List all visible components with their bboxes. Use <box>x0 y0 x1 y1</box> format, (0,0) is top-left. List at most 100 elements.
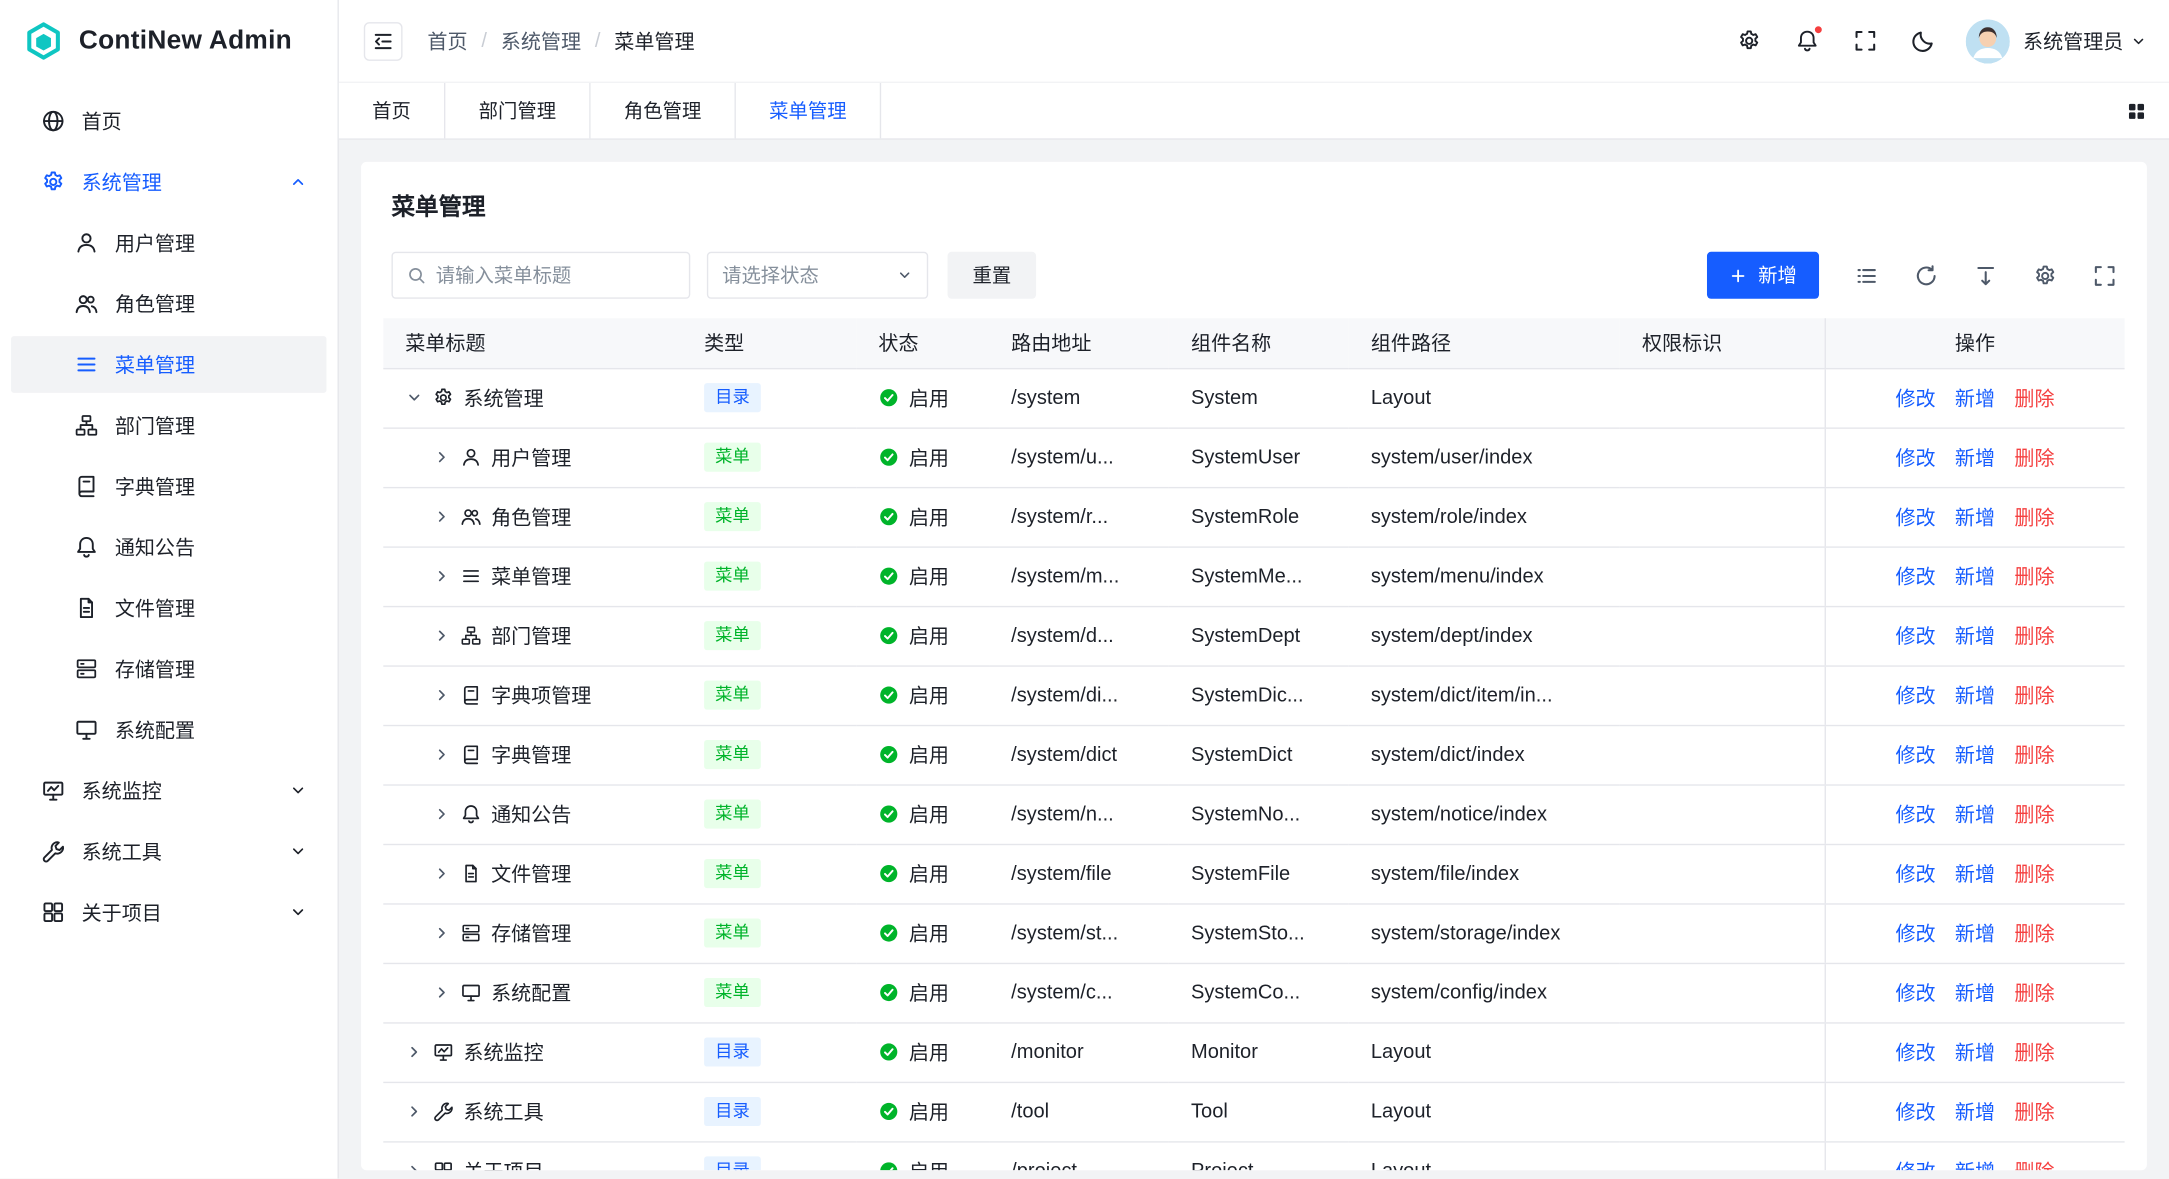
sidebar-item-label: 存储管理 <box>115 654 195 683</box>
delete-link[interactable]: 删除 <box>2014 1156 2054 1170</box>
chevron-right-icon[interactable] <box>433 805 451 823</box>
add-link[interactable]: 新增 <box>1955 800 1995 829</box>
search-input[interactable] <box>436 264 675 286</box>
add-link[interactable]: 新增 <box>1955 919 1995 948</box>
column-settings-icon[interactable] <box>2033 264 2057 288</box>
user-menu[interactable]: 系统管理员 <box>2023 26 2147 55</box>
sidebar-item[interactable]: 系统工具 <box>11 823 326 880</box>
menu-title: 字典管理 <box>491 740 571 769</box>
status-label: 启用 <box>909 443 949 472</box>
menu-fold-icon <box>372 30 394 52</box>
notifications-button[interactable] <box>1785 19 1829 63</box>
breadcrumb-item[interactable]: 系统管理 <box>501 26 581 55</box>
view-list-icon[interactable] <box>1855 264 1879 288</box>
delete-link[interactable]: 删除 <box>2014 681 2054 710</box>
sidebar-item[interactable]: 用户管理 <box>11 214 326 271</box>
tab-item[interactable]: 部门管理 <box>445 83 590 138</box>
edit-link[interactable]: 修改 <box>1895 740 1935 769</box>
breadcrumb-item[interactable]: 首页 <box>427 26 467 55</box>
chevron-right-icon[interactable] <box>433 567 451 585</box>
add-link[interactable]: 新增 <box>1955 1097 1995 1126</box>
edit-link[interactable]: 修改 <box>1895 1037 1935 1066</box>
avatar[interactable] <box>1965 19 2009 63</box>
delete-link[interactable]: 删除 <box>2014 740 2054 769</box>
chevron-right-icon[interactable] <box>433 746 451 764</box>
row-height-icon[interactable] <box>1974 264 1998 288</box>
add-link[interactable]: 新增 <box>1955 502 1995 531</box>
chevron-right-icon[interactable] <box>433 686 451 704</box>
sidebar-item[interactable]: 系统监控 <box>11 762 326 819</box>
edit-link[interactable]: 修改 <box>1895 443 1935 472</box>
tab-item[interactable]: 菜单管理 <box>736 83 881 138</box>
add-button[interactable]: 新增 <box>1707 252 1819 299</box>
edit-link[interactable]: 修改 <box>1895 919 1935 948</box>
refresh-icon[interactable] <box>1914 264 1938 288</box>
sidebar-item[interactable]: 系统配置 <box>11 701 326 758</box>
chevron-right-icon[interactable] <box>405 1043 423 1061</box>
chevron-right-icon[interactable] <box>405 1102 423 1120</box>
sidebar-item[interactable]: 通知公告 <box>11 519 326 576</box>
edit-link[interactable]: 修改 <box>1895 621 1935 650</box>
sidebar-item[interactable]: 菜单管理 <box>11 336 326 393</box>
edit-link[interactable]: 修改 <box>1895 978 1935 1007</box>
user-icon <box>461 447 482 468</box>
delete-link[interactable]: 删除 <box>2014 978 2054 1007</box>
add-link[interactable]: 新增 <box>1955 443 1995 472</box>
sidebar-item[interactable]: 字典管理 <box>11 458 326 515</box>
sidebar-item[interactable]: 部门管理 <box>11 397 326 454</box>
fullscreen-button[interactable] <box>1843 19 1887 63</box>
sidebar-item[interactable]: 系统管理 <box>11 154 326 211</box>
add-link[interactable]: 新增 <box>1955 621 1995 650</box>
sidebar-collapse-button[interactable] <box>364 21 403 60</box>
delete-link[interactable]: 删除 <box>2014 1097 2054 1126</box>
table-fullscreen-icon[interactable] <box>2093 264 2117 288</box>
edit-link[interactable]: 修改 <box>1895 800 1935 829</box>
delete-link[interactable]: 删除 <box>2014 859 2054 888</box>
status-select[interactable]: 请选择状态 <box>707 252 928 299</box>
edit-link[interactable]: 修改 <box>1895 562 1935 591</box>
delete-link[interactable]: 删除 <box>2014 502 2054 531</box>
add-link[interactable]: 新增 <box>1955 383 1995 412</box>
chevron-right-icon[interactable] <box>433 508 451 526</box>
delete-link[interactable]: 删除 <box>2014 1037 2054 1066</box>
delete-link[interactable]: 删除 <box>2014 562 2054 591</box>
component-path: system/storage/index <box>1349 903 1620 962</box>
edit-link[interactable]: 修改 <box>1895 1097 1935 1126</box>
delete-link[interactable]: 删除 <box>2014 621 2054 650</box>
sidebar-item[interactable]: 存储管理 <box>11 640 326 697</box>
delete-link[interactable]: 删除 <box>2014 919 2054 948</box>
add-link[interactable]: 新增 <box>1955 859 1995 888</box>
chevron-right-icon[interactable] <box>405 1162 423 1170</box>
edit-link[interactable]: 修改 <box>1895 1156 1935 1170</box>
add-link[interactable]: 新增 <box>1955 562 1995 591</box>
tab-item[interactable]: 角色管理 <box>591 83 736 138</box>
tab-overview-button[interactable] <box>2104 83 2169 138</box>
edit-link[interactable]: 修改 <box>1895 681 1935 710</box>
dark-mode-toggle[interactable] <box>1901 19 1945 63</box>
chevron-right-icon[interactable] <box>433 924 451 942</box>
edit-link[interactable]: 修改 <box>1895 502 1935 531</box>
add-link[interactable]: 新增 <box>1955 1037 1995 1066</box>
add-link[interactable]: 新增 <box>1955 978 1995 1007</box>
chevron-down-icon[interactable] <box>405 389 423 407</box>
delete-link[interactable]: 删除 <box>2014 383 2054 412</box>
settings-button[interactable] <box>1727 19 1771 63</box>
reset-button[interactable]: 重置 <box>948 252 1037 299</box>
chevron-right-icon[interactable] <box>433 984 451 1002</box>
add-link[interactable]: 新增 <box>1955 740 1995 769</box>
sidebar-item[interactable]: 首页 <box>11 93 326 150</box>
chevron-right-icon[interactable] <box>433 865 451 883</box>
chevron-right-icon[interactable] <box>433 627 451 645</box>
sidebar-item[interactable]: 文件管理 <box>11 580 326 637</box>
sidebar-item[interactable]: 角色管理 <box>11 275 326 332</box>
chevron-right-icon[interactable] <box>433 448 451 466</box>
delete-link[interactable]: 删除 <box>2014 800 2054 829</box>
tab-item[interactable]: 首页 <box>339 83 446 138</box>
edit-link[interactable]: 修改 <box>1895 859 1935 888</box>
edit-link[interactable]: 修改 <box>1895 383 1935 412</box>
add-link[interactable]: 新增 <box>1955 1156 1995 1170</box>
add-link[interactable]: 新增 <box>1955 681 1995 710</box>
delete-link[interactable]: 删除 <box>2014 443 2054 472</box>
sidebar-item[interactable]: 关于项目 <box>11 884 326 941</box>
tab-label: 菜单管理 <box>769 97 846 125</box>
